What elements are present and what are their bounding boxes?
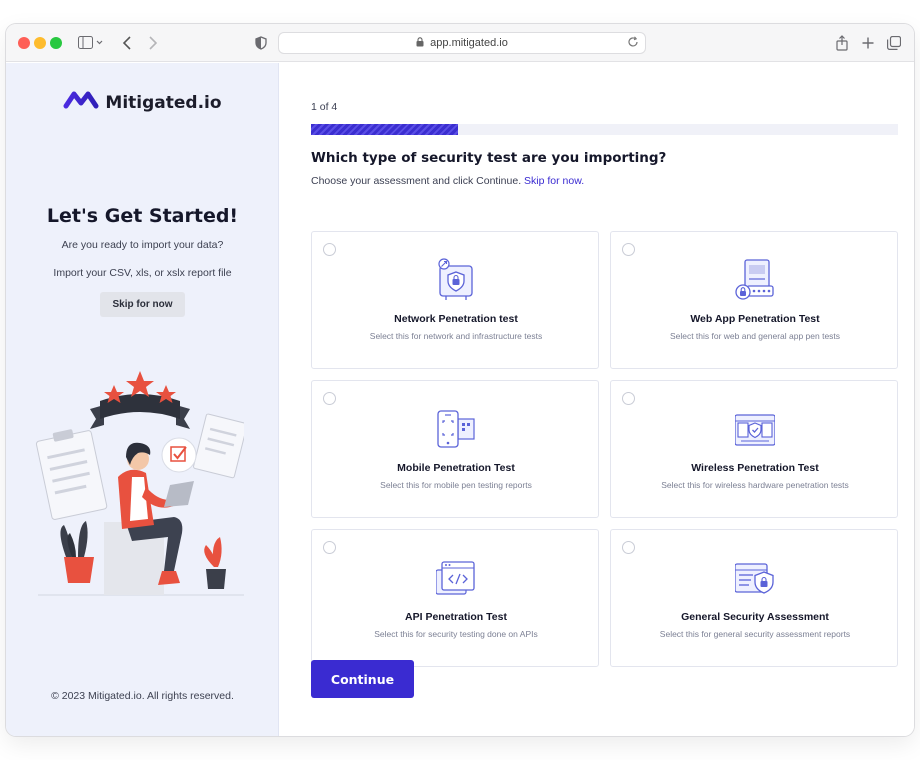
instruction-text: Choose your assessment and click Continu… — [311, 175, 522, 187]
option-title: Wireless Penetration Test — [691, 462, 819, 474]
option-title: API Penetration Test — [405, 611, 507, 623]
import-question: Are you ready to import your data? — [61, 239, 224, 251]
option-radio[interactable] — [323, 243, 336, 256]
option-radio[interactable] — [323, 541, 336, 554]
copyright-text: © 2023 Mitigated.io. All rights reserved… — [51, 690, 234, 702]
brand-name: Mitigated.io — [105, 92, 222, 113]
option-description: Select this for security testing done on… — [374, 629, 538, 639]
option-title: Network Penetration test — [394, 313, 518, 325]
brand-logo: Mitigated.io — [6, 89, 279, 116]
minimize-window-button[interactable] — [34, 37, 46, 49]
option-title: Web App Penetration Test — [690, 313, 820, 325]
option-description: Select this for general security assessm… — [659, 629, 851, 639]
option-description: Select this for network and infrastructu… — [369, 331, 543, 341]
option-card-wireless[interactable]: Wireless Penetration Test Select this fo… — [610, 380, 898, 518]
continue-button[interactable]: Continue — [311, 660, 414, 698]
zoom-window-button[interactable] — [50, 37, 62, 49]
option-radio[interactable] — [622, 392, 635, 405]
sidebar-toggle-icon[interactable] — [76, 33, 106, 53]
step-indicator: 1 of 4 — [311, 101, 338, 113]
option-title: Mobile Penetration Test — [397, 462, 515, 474]
option-radio[interactable] — [622, 243, 635, 256]
mobile-scan-icon — [436, 407, 476, 451]
url-text: app.mitigated.io — [430, 37, 508, 49]
import-formats: Import your CSV, xls, or xslx report fil… — [53, 267, 232, 279]
option-radio[interactable] — [323, 392, 336, 405]
api-code-icon — [435, 556, 476, 600]
lock-icon — [416, 36, 424, 50]
onboarding-illustration — [34, 357, 248, 602]
address-bar[interactable]: app.mitigated.io — [278, 32, 646, 54]
option-card-network[interactable]: Network Penetration test Select this for… — [311, 231, 599, 369]
reload-icon[interactable] — [627, 36, 639, 51]
new-tab-icon[interactable] — [860, 33, 876, 53]
progress-bar — [311, 124, 898, 135]
skip-link[interactable]: Skip for now. — [524, 175, 584, 187]
back-icon[interactable] — [120, 33, 134, 53]
share-icon[interactable] — [834, 33, 850, 53]
option-card-general[interactable]: General Security Assessment Select this … — [610, 529, 898, 667]
browser-window: app.mitigated.io Mitigated.io Let's Get … — [6, 24, 914, 736]
tab-overview-icon[interactable] — [886, 33, 902, 53]
option-card-mobile[interactable]: Mobile Penetration Test Select this for … — [311, 380, 599, 518]
option-description: Select this for web and general app pen … — [669, 331, 841, 341]
progress-fill — [311, 124, 458, 135]
privacy-shield-icon[interactable] — [254, 33, 268, 53]
import-wizard: 1 of 4 Which type of security test are y… — [280, 63, 914, 736]
option-description: Select this for mobile pen testing repor… — [380, 480, 532, 490]
forward-icon[interactable] — [146, 33, 160, 53]
welcome-title: Let's Get Started! — [46, 205, 239, 227]
network-shield-icon — [436, 258, 476, 302]
instruction-line: Choose your assessment and click Continu… — [311, 175, 584, 187]
close-window-button[interactable] — [18, 37, 30, 49]
web-app-lock-icon — [735, 258, 775, 302]
option-description: Select this for wireless hardware penetr… — [661, 480, 849, 490]
wireless-devices-icon — [734, 407, 776, 451]
onboarding-sidebar: Mitigated.io Let's Get Started! Are you … — [6, 63, 279, 736]
browser-toolbar: app.mitigated.io — [6, 24, 914, 62]
option-title: General Security Assessment — [681, 611, 829, 623]
security-report-icon — [734, 556, 775, 600]
mitigated-logo-icon — [63, 89, 99, 116]
option-card-web-app[interactable]: Web App Penetration Test Select this for… — [610, 231, 898, 369]
page-title: Which type of security test are you impo… — [311, 150, 667, 166]
option-card-api[interactable]: API Penetration Test Select this for sec… — [311, 529, 599, 667]
option-radio[interactable] — [622, 541, 635, 554]
sidebar-skip-button[interactable]: Skip for now — [100, 292, 185, 317]
